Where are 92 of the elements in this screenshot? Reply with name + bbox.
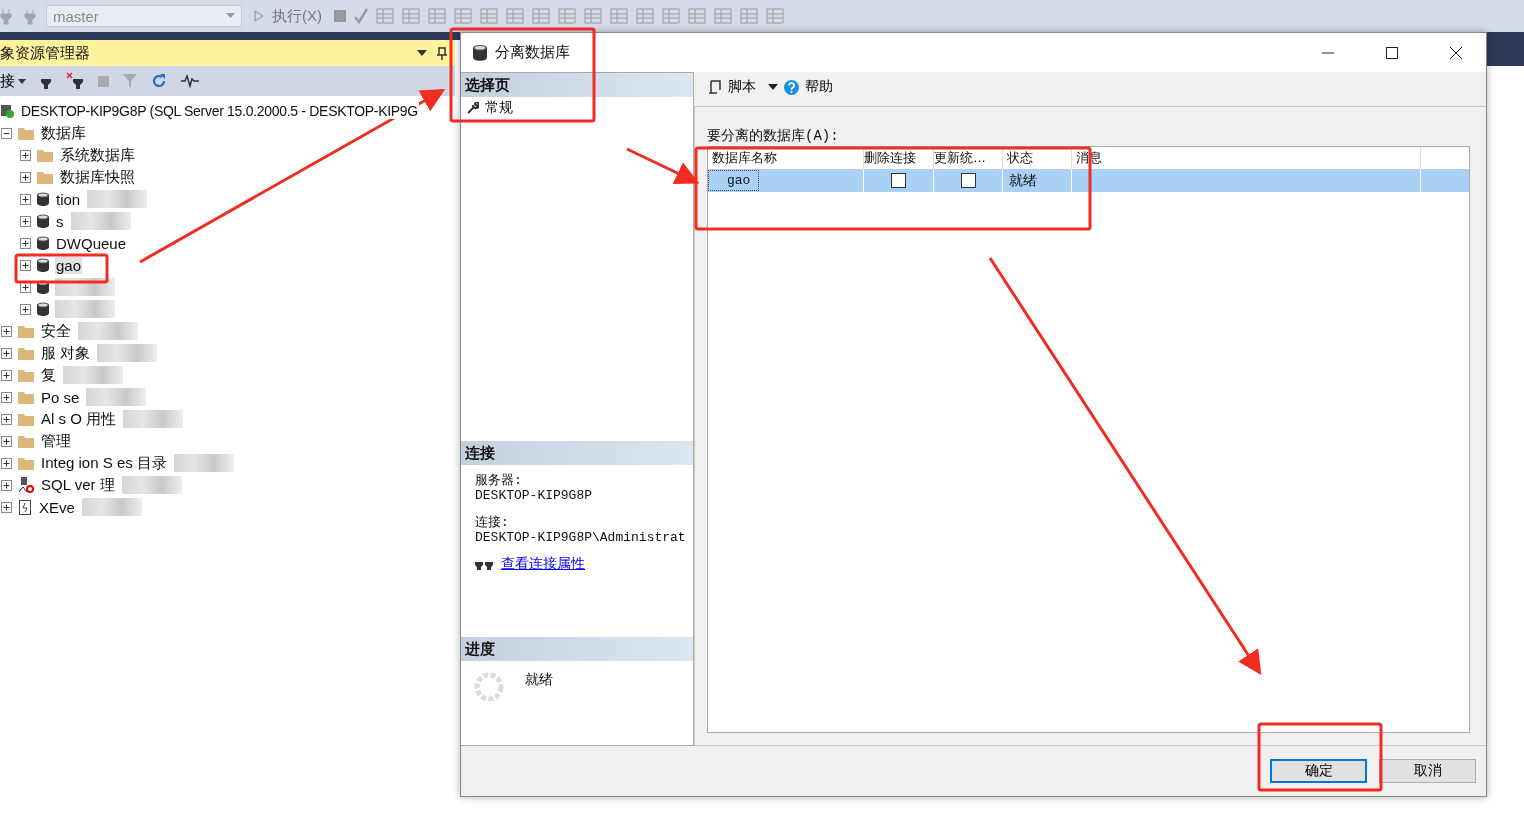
window-title: 分离数据库 [495,43,570,62]
folder-icon [18,126,34,140]
grid-label: 要分离的数据库(A): [707,129,840,144]
folder-icon [18,456,34,470]
caret-icon[interactable] [417,50,427,56]
connection-properties-link[interactable]: 查看连接属性 [501,555,585,573]
tree-item[interactable]: XEve [38,498,76,516]
expander-icon[interactable] [20,193,31,205]
database-icon [37,302,49,316]
caret-icon [18,78,26,84]
tree-item[interactable]: Integ ion S es 目录 [40,453,168,473]
expander-icon[interactable] [20,237,31,249]
document-icon [18,499,32,515]
expander-icon[interactable] [1,479,12,491]
expander-icon[interactable] [1,347,12,359]
help-icon[interactable] [784,79,799,95]
refresh-icon[interactable] [151,73,167,89]
page-item[interactable]: 常规 [485,99,513,117]
pin-icon[interactable] [437,46,447,60]
folder-icon [18,434,34,448]
tree-item[interactable]: SQL ver 理 [40,475,116,495]
script-icon[interactable] [708,80,722,94]
section-header: 进度 [461,637,693,661]
check-icon[interactable] [354,8,368,24]
maximize-icon[interactable] [1386,46,1398,59]
tree-item[interactable]: 复 [40,365,57,385]
wrench-icon [467,102,479,114]
folder-icon [18,412,34,426]
server-label: 服务器: [475,473,523,488]
agent-icon [18,477,34,493]
tree-item[interactable]: 数据库 [40,123,87,143]
tree-item[interactable]: Po se [40,388,81,406]
tree-item[interactable]: 数据库快照 [59,167,136,187]
expander-icon[interactable] [20,303,31,315]
tree-item[interactable]: 安全 [40,321,72,341]
grid-row[interactable]: gao 就绪 [708,169,1469,192]
folder-icon [37,148,53,162]
checkbox[interactable] [960,173,976,188]
expander-icon[interactable] [1,413,12,425]
expander-icon[interactable] [1,501,12,513]
connection-value: DESKTOP-KIP9G8P\Administrat [475,530,687,545]
folder-icon [18,390,34,404]
table-cell: gao [708,170,760,191]
expander-icon[interactable] [1,127,12,139]
tree-item[interactable]: Al s O 用性 [40,409,117,429]
server-value: DESKTOP-KIP9G8P [475,488,594,503]
disconnect-icon[interactable] [66,72,84,90]
expander-icon[interactable] [1,369,12,381]
section-header: 选择页 [461,73,693,97]
database-icon [37,192,49,206]
database-icon [473,44,487,61]
expander-icon[interactable] [1,457,12,469]
connection-label: 连接: [475,515,510,530]
close-icon[interactable] [1450,46,1462,59]
expander-icon[interactable] [20,281,31,293]
expander-icon[interactable] [20,149,31,161]
section-header: 连接 [461,441,693,465]
folder-icon [18,346,34,360]
database-icon [37,236,49,250]
server-icon [0,104,14,118]
folder-icon [18,324,34,338]
tree-item[interactable]: tion [55,190,82,208]
database-icon [37,214,49,228]
folder-icon [37,170,53,184]
database-icon [37,258,49,272]
tree-item[interactable]: 管理 [40,431,72,451]
cancel-button[interactable]: 取消 [1379,759,1476,783]
progress-status: 就绪 [525,671,553,689]
caret-icon [226,13,235,19]
tree-item[interactable]: 服 对象 [40,343,92,363]
tree-item[interactable]: DWQueue [55,234,128,252]
panel-title: 象资源管理器 [0,43,91,63]
tree-item[interactable]: s [55,212,65,230]
ok-button[interactable]: 确定 [1270,759,1367,783]
checkbox[interactable] [891,173,906,188]
activity-icon[interactable] [181,74,199,88]
expander-icon[interactable] [1,435,12,447]
expander-icon[interactable] [20,171,31,183]
tree-item[interactable]: 系统数据库 [59,145,136,165]
script-button[interactable]: 脚本 [728,78,756,96]
play-icon [254,10,264,22]
caret-icon[interactable] [768,84,778,90]
help-button[interactable]: 帮助 [805,78,833,96]
folder-icon [18,368,34,382]
expander-icon[interactable] [20,259,31,271]
spinner-icon [473,671,505,703]
expander-icon[interactable] [20,215,31,227]
connect-dropdown[interactable]: 接 [0,71,26,91]
expander-icon[interactable] [1,325,12,337]
expander-icon[interactable] [1,391,12,403]
server-node[interactable]: DESKTOP-KIP9G8P (SQL Server 15.0.2000.5 - DESKTOP-KIP9G [20,103,419,119]
table-cell: 就绪 [1009,171,1037,190]
